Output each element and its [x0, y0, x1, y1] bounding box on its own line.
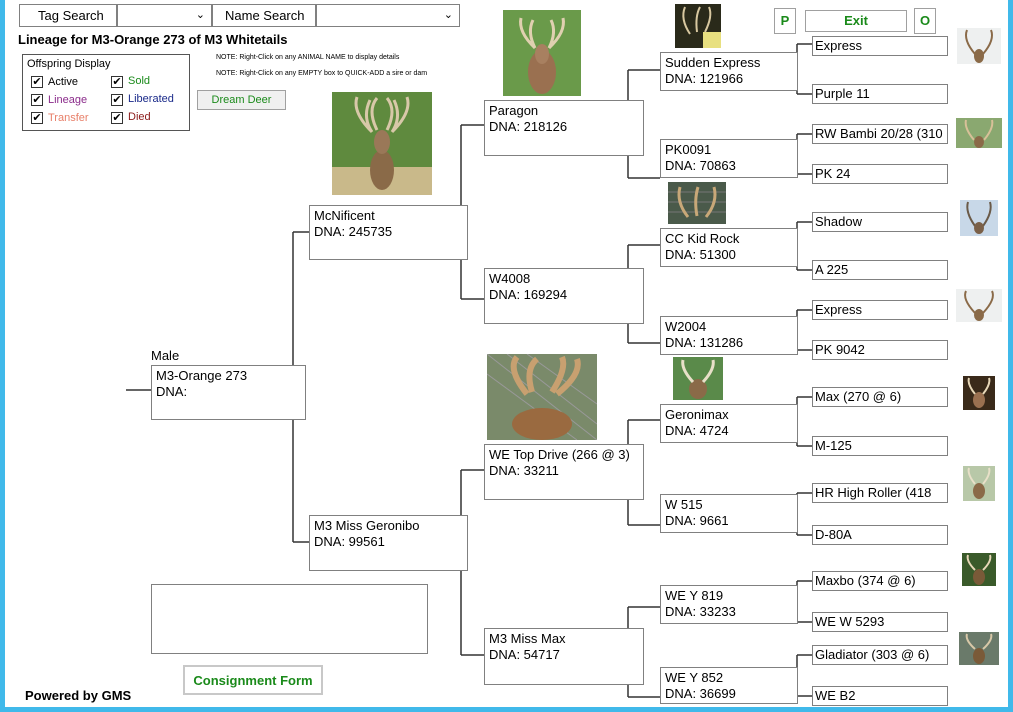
gen4-box[interactable]: WE W 5293 — [812, 612, 948, 632]
gen4-name[interactable]: M-125 — [815, 438, 852, 453]
sire-box[interactable]: McNificent DNA: 245735 — [309, 205, 468, 260]
deer-photo-rw-bambi[interactable] — [956, 118, 1002, 148]
gen3-box[interactable]: WE Y 852 DNA: 36699 — [660, 667, 798, 704]
gen4-name[interactable]: Purple 11 — [815, 86, 870, 101]
gen3-box[interactable]: PK0091 DNA: 70863 — [660, 139, 798, 178]
pedigree-window: Tag Search ⌄ Name Search ⌄ Lineage for M… — [0, 0, 1013, 712]
deer-photo-hr-high-roller[interactable] — [963, 466, 995, 501]
gen4-name[interactable]: PK 9042 — [815, 342, 865, 357]
gen2-dna: DNA: 218126 — [489, 119, 568, 134]
gen4-box[interactable]: Express — [812, 300, 948, 320]
gen3-dna: DNA: 33233 — [665, 604, 736, 619]
gen4-box[interactable]: Express — [812, 36, 948, 56]
gen4-name[interactable]: Maxbo (374 @ 6) — [815, 573, 916, 588]
gen4-box[interactable]: RW Bambi 20/28 (310 — [812, 124, 948, 144]
gen4-name[interactable]: Gladiator (303 @ 6) — [815, 647, 929, 662]
gen3-box[interactable]: W 515 DNA: 9661 — [660, 494, 798, 533]
gen4-box[interactable]: Gladiator (303 @ 6) — [812, 645, 948, 665]
gen4-name[interactable]: WE W 5293 — [815, 614, 884, 629]
gen4-name[interactable]: PK 24 — [815, 166, 850, 181]
gen3-box[interactable]: W2004 DNA: 131286 — [660, 316, 798, 355]
gen4-name[interactable]: Express — [815, 38, 862, 53]
gen2-name[interactable]: WE Top Drive (266 @ 3) — [489, 447, 639, 463]
subject-dna: DNA: — [156, 384, 188, 399]
gen3-dna: DNA: 70863 — [665, 158, 736, 173]
gen4-box[interactable]: M-125 — [812, 436, 948, 456]
gen2-dna: DNA: 54717 — [489, 647, 560, 662]
gen3-name[interactable]: Geronimax — [665, 407, 793, 423]
sire-dna: DNA: 245735 — [314, 224, 393, 239]
gen4-name[interactable]: WE B2 — [815, 688, 855, 703]
gen3-name[interactable]: W 515 — [665, 497, 793, 513]
deer-photo-top-drive[interactable] — [487, 354, 597, 440]
gen4-name[interactable]: Express — [815, 302, 862, 317]
gen2-dna: DNA: 169294 — [489, 287, 568, 302]
notes-textbox[interactable] — [151, 584, 428, 654]
deer-photo-gladiator[interactable] — [959, 632, 999, 665]
gen3-name[interactable]: Sudden Express — [665, 55, 793, 71]
deer-photo-geronimax[interactable] — [673, 357, 723, 400]
deer-photo-express[interactable] — [957, 28, 1001, 64]
deer-photo-sudden-express[interactable] — [675, 4, 721, 48]
gen4-box[interactable]: Maxbo (374 @ 6) — [812, 571, 948, 591]
gen4-box[interactable]: Purple 11 — [812, 84, 948, 104]
gen4-name[interactable]: RW Bambi 20/28 (310 — [815, 126, 943, 141]
gen3-box[interactable]: Geronimax DNA: 4724 — [660, 404, 798, 443]
gen3-dna: DNA: 121966 — [665, 71, 744, 86]
gen4-box[interactable]: HR High Roller (418 — [812, 483, 948, 503]
gen2-name[interactable]: W4008 — [489, 271, 639, 287]
gen3-name[interactable]: PK0091 — [665, 142, 793, 158]
gen3-dna: DNA: 36699 — [665, 686, 736, 701]
gen4-box[interactable]: Max (270 @ 6) — [812, 387, 948, 407]
gen3-box[interactable]: WE Y 819 DNA: 33233 — [660, 585, 798, 624]
gen2-box-w4008[interactable]: W4008 DNA: 169294 — [484, 268, 644, 324]
gen3-name[interactable]: CC Kid Rock — [665, 231, 793, 247]
gen4-box[interactable]: A 225 — [812, 260, 948, 280]
gen3-name[interactable]: WE Y 852 — [665, 670, 793, 686]
gen3-dna: DNA: 131286 — [665, 335, 744, 350]
deer-photo-express-2[interactable] — [956, 289, 1002, 322]
gen3-dna: DNA: 51300 — [665, 247, 736, 262]
gen4-name[interactable]: A 225 — [815, 262, 848, 277]
gen3-name[interactable]: WE Y 819 — [665, 588, 793, 604]
deer-photo-maxbo[interactable] — [962, 553, 996, 586]
gen4-name[interactable]: HR High Roller (418 — [815, 485, 931, 500]
gen2-name[interactable]: M3 Miss Max — [489, 631, 639, 647]
powered-by-label: Powered by GMS — [25, 688, 132, 703]
gen4-name[interactable]: Max (270 @ 6) — [815, 389, 901, 404]
gen4-name[interactable]: Shadow — [815, 214, 862, 229]
gen2-box-top-drive[interactable]: WE Top Drive (266 @ 3) DNA: 33211 — [484, 444, 644, 500]
deer-photo-cc-kid-rock[interactable] — [668, 182, 726, 224]
consignment-form-button[interactable]: Consignment Form — [183, 665, 323, 695]
dam-name[interactable]: M3 Miss Geronibo — [314, 518, 463, 534]
gen2-name[interactable]: Paragon — [489, 103, 639, 119]
gen4-box[interactable]: PK 9042 — [812, 340, 948, 360]
subject-sex: Male — [151, 348, 180, 363]
gen4-box[interactable]: WE B2 — [812, 686, 948, 706]
deer-photo-paragon[interactable] — [503, 10, 581, 96]
deer-photo-shadow[interactable] — [960, 200, 998, 236]
deer-photo-max[interactable] — [963, 376, 995, 410]
gen3-dna: DNA: 9661 — [665, 513, 729, 528]
gen3-name[interactable]: W2004 — [665, 319, 793, 335]
gen4-box[interactable]: PK 24 — [812, 164, 948, 184]
dam-dna: DNA: 99561 — [314, 534, 385, 549]
subject-box[interactable]: M3-Orange 273 DNA: — [151, 365, 306, 420]
deer-photo-mcnificent[interactable] — [332, 92, 432, 195]
gen3-box[interactable]: CC Kid Rock DNA: 51300 — [660, 228, 798, 267]
gen2-box-paragon[interactable]: Paragon DNA: 218126 — [484, 100, 644, 156]
subject-name[interactable]: M3-Orange 273 — [156, 368, 301, 384]
gen3-box[interactable]: Sudden Express DNA: 121966 — [660, 52, 798, 91]
sire-name[interactable]: McNificent — [314, 208, 463, 224]
gen3-dna: DNA: 4724 — [665, 423, 729, 438]
gen2-box-miss-max[interactable]: M3 Miss Max DNA: 54717 — [484, 628, 644, 685]
dam-box[interactable]: M3 Miss Geronibo DNA: 99561 — [309, 515, 468, 571]
gen4-box[interactable]: D-80A — [812, 525, 948, 545]
gen2-dna: DNA: 33211 — [489, 463, 559, 478]
gen4-box[interactable]: Shadow — [812, 212, 948, 232]
gen4-name[interactable]: D-80A — [815, 527, 852, 542]
